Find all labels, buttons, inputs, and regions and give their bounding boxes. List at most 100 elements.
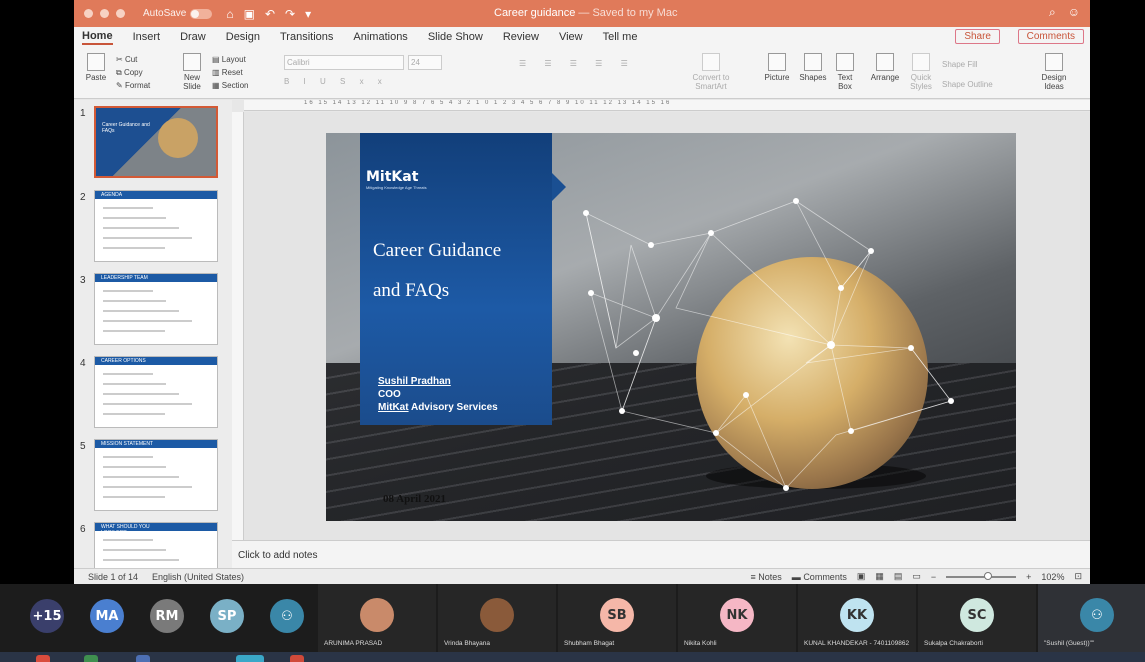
layout-button[interactable]: ▤ Layout xyxy=(212,53,248,66)
participant-tile[interactable]: Vrinda Bhayana xyxy=(438,584,556,652)
slide-thumbnail-5[interactable]: MISSION STATEMENT xyxy=(94,439,218,511)
tab-animations[interactable]: Animations xyxy=(353,31,407,43)
zoom-slider-knob[interactable] xyxy=(984,571,993,580)
slide-thumbnail-1[interactable]: Career Guidance and FAQs xyxy=(94,106,218,178)
maximize-window-button[interactable] xyxy=(116,9,125,18)
autosave-toggle[interactable] xyxy=(190,8,213,19)
participant-tile[interactable]: KK KUNAL KHANDEKAR - 7401109862 xyxy=(798,584,916,652)
comments-button[interactable]: Comments xyxy=(1017,29,1084,44)
participant-avatar-rm[interactable]: RM xyxy=(150,599,184,633)
thumbnail-text-line xyxy=(103,227,179,229)
tab-draw[interactable]: Draw xyxy=(180,31,206,43)
tab-design[interactable]: Design xyxy=(226,31,260,43)
picture-button[interactable]: Picture xyxy=(760,53,794,82)
home-icon[interactable]: ⌂ xyxy=(226,7,233,21)
participant-avatar-sp[interactable]: SP xyxy=(210,599,244,633)
format-painter-button[interactable]: ✎ Format xyxy=(116,79,150,92)
zoom-level[interactable]: 102% xyxy=(1041,572,1064,582)
slide-thumbnail-4[interactable]: CAREER OPTIONS xyxy=(94,356,218,428)
thumbnail-number: 2 xyxy=(80,192,86,203)
dock-app-icon[interactable] xyxy=(236,655,264,662)
paste-button[interactable]: Paste xyxy=(82,53,110,82)
thumbnail-title: AGENDA xyxy=(101,192,123,198)
convert-label: Convert to SmartArt xyxy=(692,73,730,91)
participant-name: KUNAL KHANDEKAR - 7401109862 xyxy=(804,640,910,647)
thumbnail-text-line xyxy=(103,539,153,541)
participant-initials: KK xyxy=(840,598,874,632)
account-icon[interactable]: ☺ xyxy=(1068,5,1080,20)
new-slide-button[interactable]: New Slide xyxy=(178,53,206,91)
text-box-button[interactable]: Text Box xyxy=(832,53,858,91)
participant-tile[interactable]: NK Nikita Kohli xyxy=(678,584,796,652)
fit-slide-icon[interactable]: ⊡ xyxy=(1074,571,1082,582)
font-format-buttons[interactable]: B I U S x x xyxy=(284,77,388,86)
shapes-icon xyxy=(804,53,822,71)
dock-app-icon[interactable] xyxy=(290,655,304,662)
design-ideas-button[interactable]: Design Ideas xyxy=(1036,53,1072,91)
search-icon[interactable]: ⌕ xyxy=(1049,5,1056,20)
status-bar: Slide 1 of 14 English (United States) ≡ … xyxy=(74,568,1090,584)
current-slide[interactable]: MitKat Mitigating Knowledge Age Threats … xyxy=(326,133,1016,521)
tab-view[interactable]: View xyxy=(559,31,583,43)
minimize-window-button[interactable] xyxy=(100,9,109,18)
shape-fill-button[interactable]: Shape Fill xyxy=(942,55,993,75)
dock-app-icon[interactable] xyxy=(84,655,98,662)
dock-app-icon[interactable] xyxy=(36,655,50,662)
notes-pane[interactable]: Click to add notes xyxy=(232,540,1090,568)
language-indicator[interactable]: English (United States) xyxy=(152,572,244,582)
redo-icon[interactable]: ↷ xyxy=(285,7,295,21)
slide-title[interactable]: Career Guidance and FAQs xyxy=(373,231,501,311)
thumbnail-text-line xyxy=(103,320,192,322)
tab-review[interactable]: Review xyxy=(503,31,539,43)
save-icon[interactable]: ▣ xyxy=(244,7,255,21)
participant-tile[interactable]: ARUNIMA PRASAD xyxy=(318,584,436,652)
font-name-field[interactable]: Calibri xyxy=(284,55,404,70)
section-button[interactable]: ▦ Section xyxy=(212,79,248,92)
customize-icon[interactable]: ▾ xyxy=(305,7,311,21)
text-box-icon xyxy=(836,53,854,71)
tab-insert[interactable]: Insert xyxy=(133,31,161,43)
participant-avatar-generic[interactable]: ⚇ xyxy=(270,599,304,633)
reset-button[interactable]: ▥ Reset xyxy=(212,66,248,79)
presenter-view-icon[interactable]: ▭ xyxy=(912,571,921,582)
participant-tile[interactable]: SC Sukalpa Chakraborti xyxy=(918,584,1036,652)
arrange-button[interactable]: Arrange xyxy=(868,53,902,82)
slide-date[interactable]: 08 April 2021 xyxy=(383,493,446,505)
participant-tile[interactable]: SB Shubham Bhagat xyxy=(558,584,676,652)
tab-home[interactable]: Home xyxy=(82,30,113,45)
cut-button[interactable]: ✂ Cut xyxy=(116,53,150,66)
convert-smartart-button[interactable]: Convert to SmartArt xyxy=(686,53,736,91)
participant-tile[interactable]: ⚇ "Sushil (Guest))"" xyxy=(1038,584,1145,652)
slide-thumbnail-6[interactable]: WHAT SHOULD YOU LOOK FOR xyxy=(94,522,218,568)
picture-icon xyxy=(768,53,786,71)
slide-sorter-icon[interactable]: ▦ xyxy=(875,571,884,582)
normal-view-icon[interactable]: ▣ xyxy=(857,571,866,582)
tab-transitions[interactable]: Transitions xyxy=(280,31,333,43)
more-participants-button[interactable]: +15 xyxy=(30,599,64,633)
participant-avatar-ma[interactable]: MA xyxy=(90,599,124,633)
zoom-slider[interactable] xyxy=(946,571,1017,580)
thumbnail-text-line xyxy=(103,383,166,385)
slide-thumbnail-3[interactable]: LEADERSHIP TEAM xyxy=(94,273,218,345)
share-button[interactable]: Share xyxy=(955,29,1000,44)
paragraph-buttons[interactable]: ☰ ☰ ☰ ☰ ☰ xyxy=(519,59,636,68)
font-size-field[interactable]: 24 xyxy=(408,55,442,70)
quick-styles-button[interactable]: Quick Styles xyxy=(906,53,936,91)
notes-toggle[interactable]: ≡ Notes xyxy=(751,572,782,582)
shapes-button[interactable]: Shapes xyxy=(796,53,830,82)
presenter-block[interactable]: Sushil Pradhan COO MitKat Advisory Servi… xyxy=(378,375,498,414)
slide-thumbnail-2[interactable]: AGENDA xyxy=(94,190,218,262)
zoom-in-icon[interactable]: + xyxy=(1026,572,1031,582)
autosave-control[interactable]: AutoSave xyxy=(143,8,213,19)
copy-button[interactable]: ⧉ Copy xyxy=(116,66,150,79)
close-window-button[interactable] xyxy=(84,9,93,18)
thumbnail-text-line xyxy=(103,466,166,468)
shape-outline-button[interactable]: Shape Outline xyxy=(942,75,993,95)
reading-view-icon[interactable]: ▤ xyxy=(894,571,903,582)
undo-icon[interactable]: ↶ xyxy=(265,7,275,21)
zoom-out-icon[interactable]: − xyxy=(931,572,936,582)
dock-app-icon[interactable] xyxy=(136,655,150,662)
comments-toggle[interactable]: ▬ Comments xyxy=(792,572,847,582)
tell-me-search[interactable]: Tell me xyxy=(603,31,638,43)
tab-slide-show[interactable]: Slide Show xyxy=(428,31,483,43)
